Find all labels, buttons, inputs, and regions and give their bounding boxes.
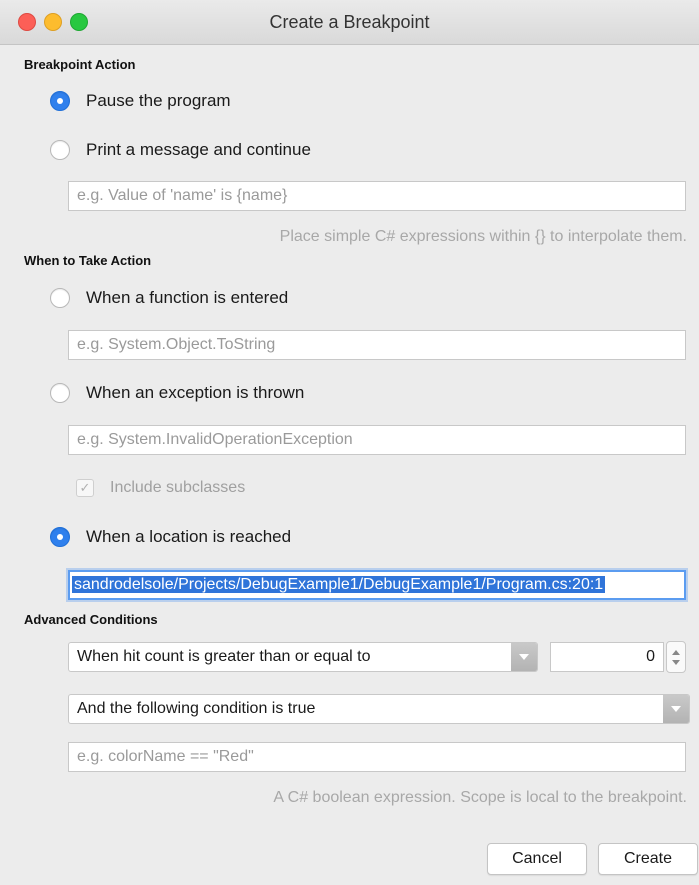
hit-count-dropdown[interactable]: When hit count is greater than or equal … <box>68 642 538 672</box>
function-entered-option[interactable]: When a function is entered <box>50 286 288 310</box>
window-title: Create a Breakpoint <box>269 12 430 32</box>
condition-option: And the following condition is true <box>77 700 316 717</box>
stepper-down-icon[interactable] <box>672 660 680 665</box>
location-reached-label: When a location is reached <box>86 527 292 546</box>
breakpoint-action-heading: Breakpoint Action <box>24 57 136 72</box>
pause-program-label: Pause the program <box>86 91 231 110</box>
location-reached-radio[interactable] <box>50 527 70 547</box>
condition-input[interactable]: e.g. colorName == "Red" <box>68 742 686 772</box>
when-to-take-action-heading: When to Take Action <box>24 253 152 268</box>
exception-thrown-radio[interactable] <box>50 383 70 403</box>
advanced-conditions-heading: Advanced Conditions <box>24 612 158 627</box>
hit-count-input[interactable]: 0 <box>550 642 664 672</box>
condition-dropdown[interactable]: And the following condition is true <box>68 694 690 724</box>
condition-hint: A C# boolean expression. Scope is local … <box>273 789 687 806</box>
pause-program-radio[interactable] <box>50 91 70 111</box>
include-subclasses-option[interactable]: ✓ Include subclasses <box>76 479 245 497</box>
exception-thrown-label: When an exception is thrown <box>86 383 305 402</box>
location-reached-option[interactable]: When a location is reached <box>50 525 291 549</box>
exception-thrown-option[interactable]: When an exception is thrown <box>50 381 304 405</box>
hit-count-stepper[interactable] <box>666 641 686 673</box>
pause-program-option[interactable]: Pause the program <box>50 89 231 113</box>
function-entered-label: When a function is entered <box>86 288 289 307</box>
exception-type-input[interactable]: e.g. System.InvalidOperationException <box>68 425 686 455</box>
print-message-label: Print a message and continue <box>86 140 311 159</box>
hit-count-option: When hit count is greater than or equal … <box>77 648 371 665</box>
location-value: sandrodelsole/Projects/DebugExample1/Deb… <box>72 576 606 593</box>
function-name-input[interactable]: e.g. System.Object.ToString <box>68 330 686 360</box>
message-input[interactable]: e.g. Value of 'name' is {name} <box>68 181 686 211</box>
print-message-option[interactable]: Print a message and continue <box>50 138 311 162</box>
stepper-up-icon[interactable] <box>672 650 680 655</box>
cancel-button[interactable]: Cancel <box>487 843 587 875</box>
include-subclasses-checkbox[interactable]: ✓ <box>76 479 94 497</box>
chevron-down-icon <box>663 695 689 723</box>
function-entered-radio[interactable] <box>50 288 70 308</box>
title-bar: Create a Breakpoint <box>0 0 699 45</box>
print-message-radio[interactable] <box>50 140 70 160</box>
message-hint: Place simple C# expressions within {} to… <box>279 228 687 245</box>
location-input[interactable]: sandrodelsole/Projects/DebugExample1/Deb… <box>68 570 686 600</box>
create-button[interactable]: Create <box>598 843 698 875</box>
chevron-down-icon <box>511 643 537 671</box>
include-subclasses-label: Include subclasses <box>110 479 246 496</box>
